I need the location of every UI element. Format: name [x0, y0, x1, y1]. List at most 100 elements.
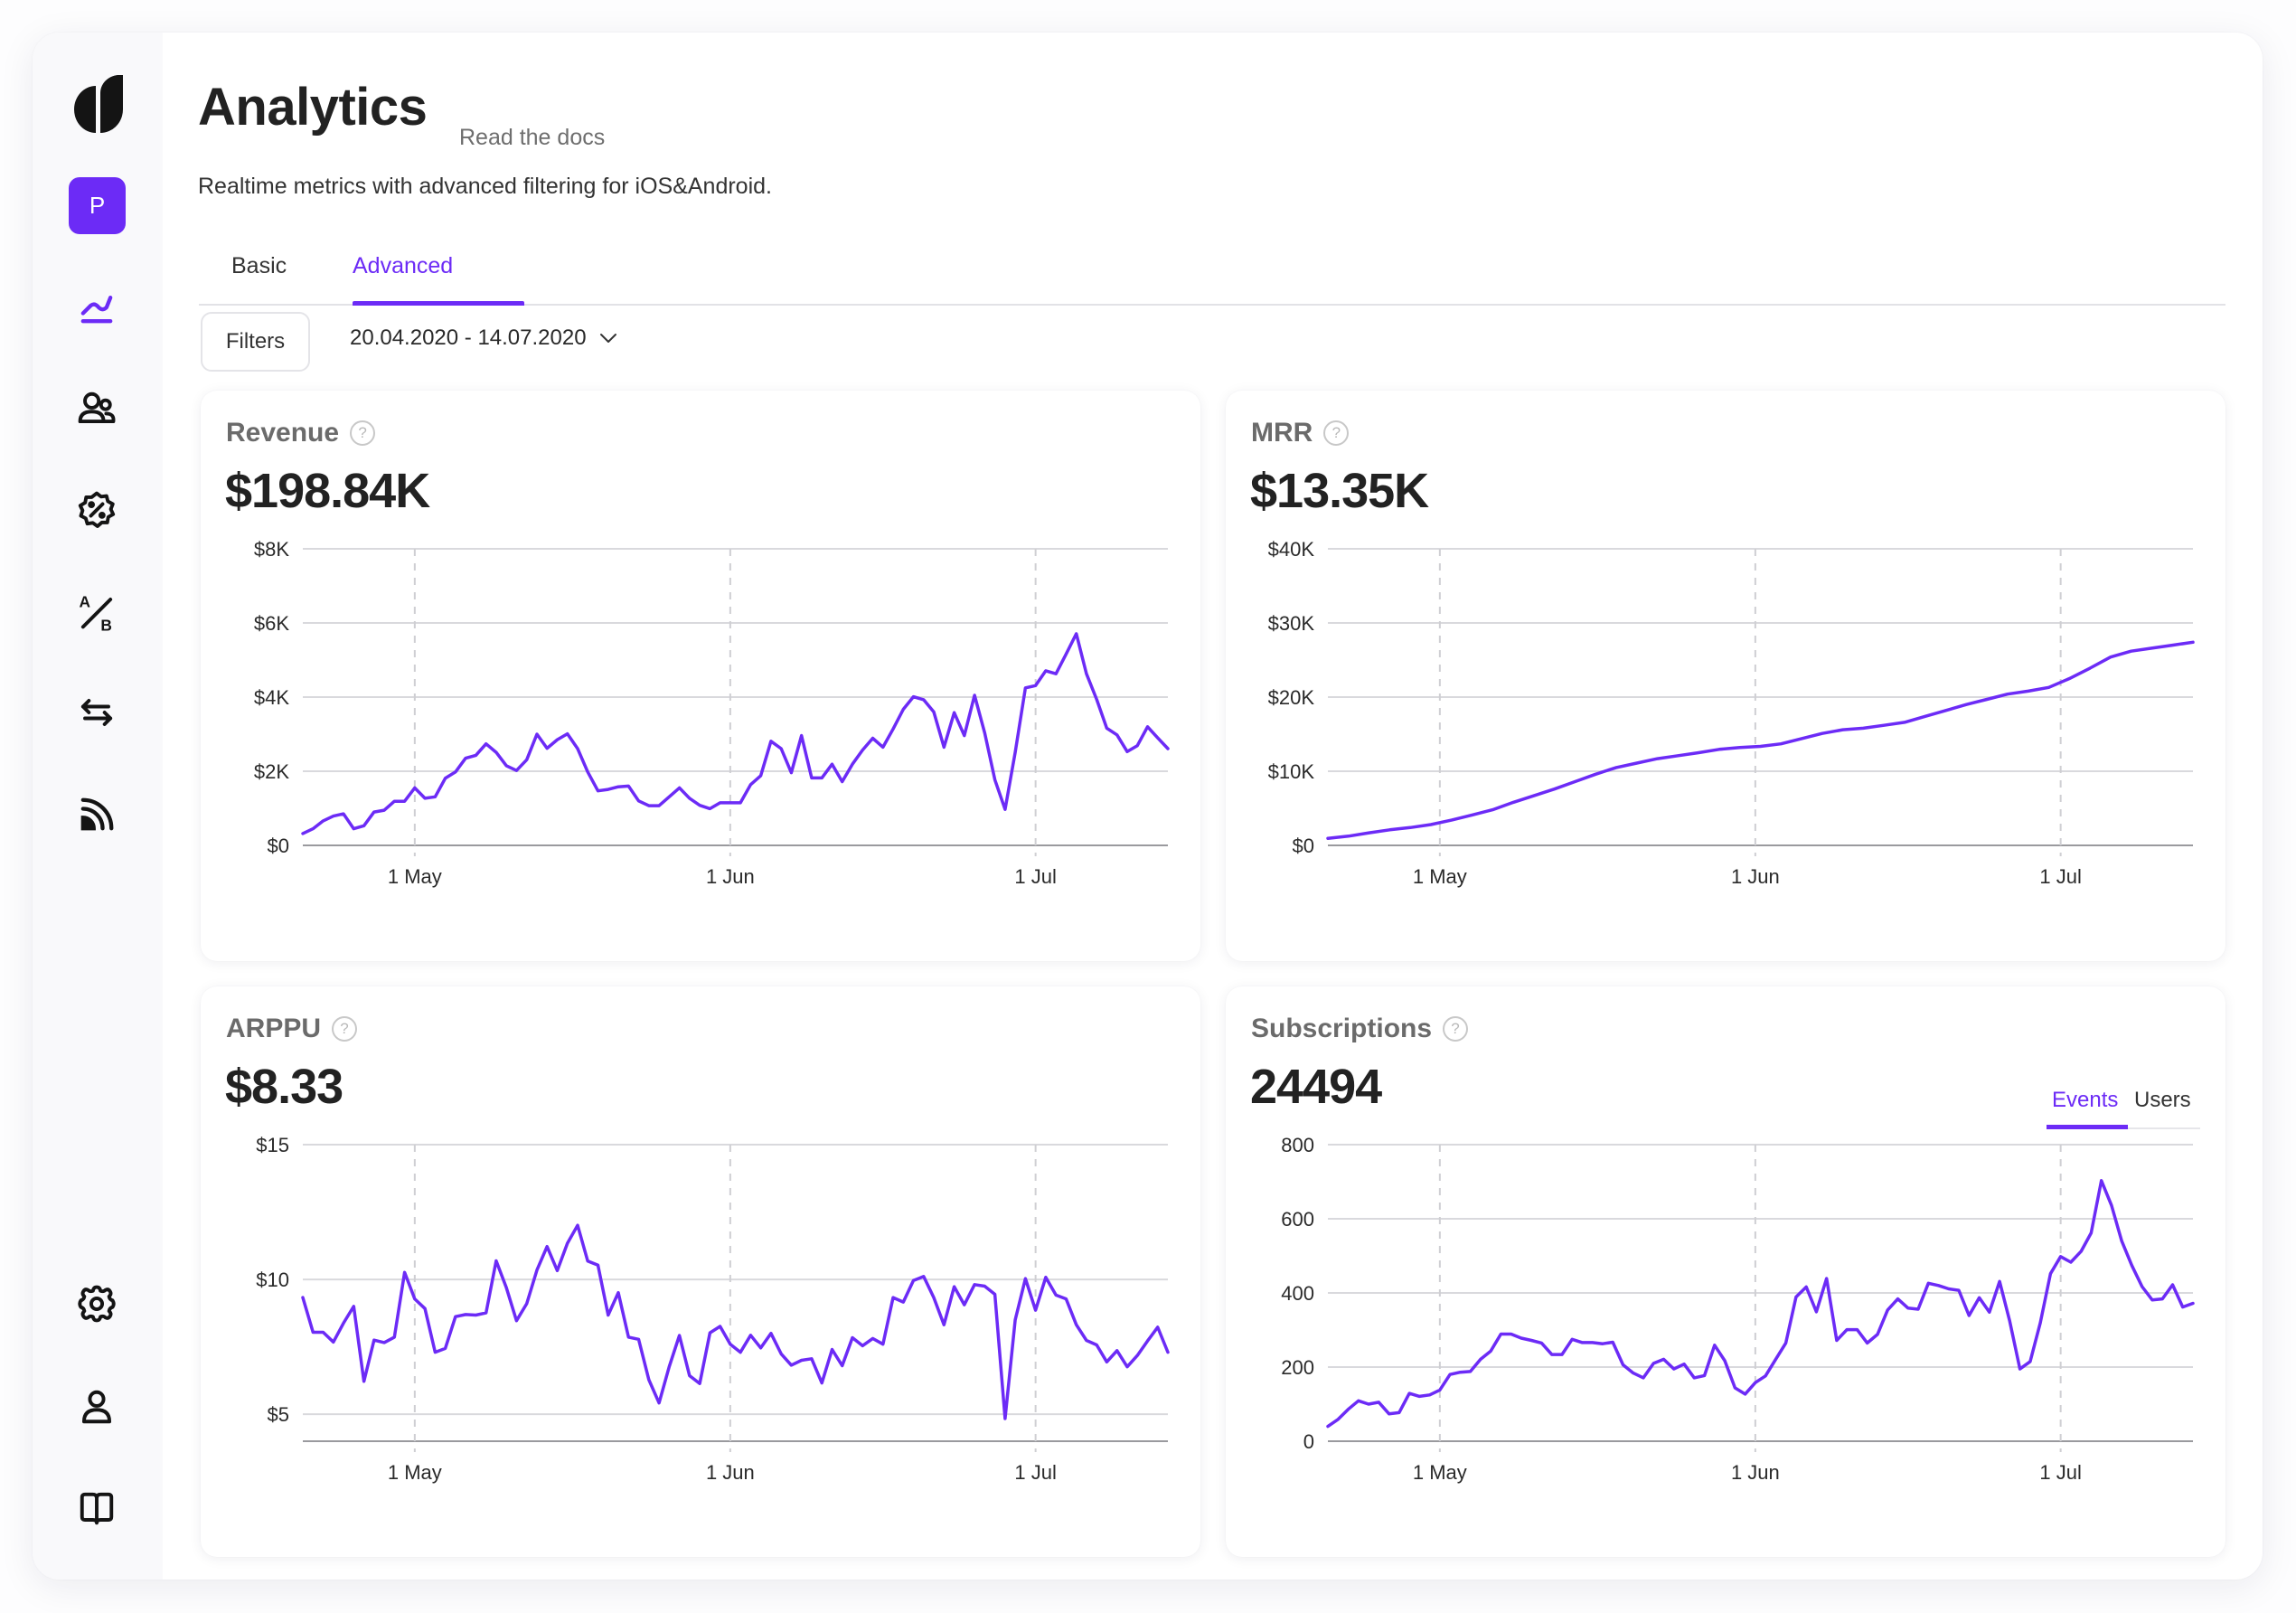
revenue-data-point	[362, 824, 366, 827]
sidebar-item-feed[interactable]	[69, 787, 125, 843]
revenue-data-point	[800, 734, 804, 738]
arppu-data-point	[637, 1337, 641, 1341]
read-docs-link[interactable]: Read the docs	[459, 125, 605, 151]
date-range-picker[interactable]: 20.04.2020 - 14.07.2020	[350, 325, 617, 351]
x-tick-label: 1 Jun	[706, 865, 755, 888]
sidebar-item-ab-tests[interactable]: A B	[69, 583, 125, 639]
subscriptions-data-point	[1896, 1297, 1900, 1301]
revenue-data-point	[729, 801, 732, 805]
subscriptions-data-point	[1744, 1392, 1747, 1396]
subscriptions-data-point	[1469, 1370, 1473, 1373]
y-tick-label: $30K	[1268, 612, 1315, 635]
arppu-data-point	[342, 1321, 345, 1325]
sidebar-item-integrations[interactable]	[69, 684, 125, 740]
arppu-data-point	[657, 1401, 661, 1405]
y-tick-label: $2K	[254, 760, 289, 783]
mrr-data-point	[1573, 780, 1576, 784]
logo-icon	[74, 75, 123, 133]
x-tick-label: 1 Jun	[1731, 1461, 1780, 1484]
revenue-data-point	[963, 734, 966, 738]
subscriptions-data-point	[1723, 1359, 1727, 1363]
arppu-data-point	[800, 1359, 804, 1363]
sidebar-item-analytics[interactable]	[69, 279, 125, 335]
sidebar-item-customers[interactable]	[69, 381, 125, 437]
mrr-data-point	[1388, 828, 1391, 832]
subscriptions-data-point	[2130, 1264, 2133, 1268]
mrr-data-point	[1861, 726, 1865, 730]
arppu-data-point	[901, 1300, 905, 1304]
subscriptions-data-point	[2150, 1298, 2154, 1302]
subscriptions-data-point	[1622, 1363, 1625, 1367]
subscriptions-data-point	[2048, 1272, 2052, 1276]
sidebar-item-settings[interactable]	[69, 1276, 125, 1332]
arppu-data-point	[922, 1275, 926, 1278]
x-tick-label: 1 May	[388, 1461, 442, 1484]
arppu-data-point	[1044, 1276, 1048, 1279]
project-avatar[interactable]: P	[69, 177, 126, 234]
mrr-data-point	[1614, 766, 1618, 769]
revenue-chart: $0 $2K $4K $6K $8K 1 May 1 Jun 1 Jul	[254, 538, 1170, 888]
arppu-card: ARPPU ? $8.33 $5 $10 $15 1 May 1 Jun 1 Jul	[201, 986, 1200, 1557]
mrr-data-point	[1408, 825, 1412, 829]
subscriptions-data-point	[1998, 1279, 2001, 1283]
subscriptions-data-point	[1397, 1410, 1401, 1414]
subscriptions-data-point	[1856, 1328, 1859, 1332]
arppu-data-point	[647, 1378, 651, 1382]
subscriptions-data-point	[1916, 1307, 1920, 1311]
sidebar-item-docs[interactable]	[69, 1480, 125, 1536]
sidebar: P A B	[33, 33, 163, 1580]
revenue-data-point	[678, 786, 682, 789]
mrr-data-point	[1511, 800, 1515, 804]
subscriptions-data-point	[1417, 1394, 1421, 1398]
subscriptions-data-point	[1662, 1357, 1666, 1361]
x-tick-label: 1 Jul	[2039, 1461, 2081, 1484]
arppu-data-point	[1095, 1344, 1098, 1347]
app-window: P A B Analytics Read the docs Realtime m…	[33, 33, 2263, 1580]
arppu-data-point	[719, 1325, 722, 1328]
sidebar-item-promotions[interactable]	[69, 482, 125, 538]
mrr-data-point	[1779, 742, 1783, 746]
revenue-data-point	[1095, 698, 1098, 702]
arppu-data-point	[1054, 1293, 1058, 1297]
mrr-data-point	[1368, 831, 1371, 835]
revenue-data-point	[1125, 750, 1129, 753]
revenue-data-point	[1054, 672, 1058, 675]
revenue-data-point	[1115, 733, 1119, 737]
mrr-data-point	[1903, 721, 1906, 724]
revenue-data-point	[851, 762, 854, 766]
mrr-data-point	[1676, 754, 1680, 758]
mrr-data-point	[1429, 823, 1433, 826]
revenue-data-point	[1023, 686, 1027, 690]
subscriptions-data-point	[2171, 1283, 2175, 1287]
subscriptions-data-point	[1601, 1342, 1604, 1345]
filters-button[interactable]: Filters	[201, 312, 310, 372]
subscriptions-data-point	[1764, 1374, 1767, 1378]
tab-basic[interactable]: Basic	[231, 253, 287, 301]
arppu-data-point	[667, 1365, 671, 1369]
y-tick-label: 200	[1281, 1356, 1314, 1379]
subscriptions-data-point	[2110, 1203, 2113, 1207]
revenue-data-point	[1064, 652, 1068, 656]
arppu-data-point	[444, 1346, 447, 1350]
tab-advanced[interactable]: Advanced	[353, 253, 453, 301]
subscriptions-data-point	[2069, 1260, 2073, 1264]
revenue-card: Revenue ? $198.84K $0 $2K $4K $6K $8K 1 May 1 …	[201, 391, 1200, 961]
revenue-data-point	[1135, 744, 1139, 748]
revenue-data-point	[342, 812, 345, 816]
revenue-data-point	[586, 770, 589, 774]
sidebar-item-account[interactable]	[69, 1379, 125, 1435]
arppu-data-point	[1075, 1323, 1078, 1326]
arppu-data-point	[372, 1338, 376, 1342]
subscriptions-data-point	[1510, 1333, 1513, 1336]
revenue-data-point	[413, 786, 417, 789]
mrr-data-point	[2006, 693, 2009, 696]
mrr-data-point	[2170, 644, 2174, 647]
y-tick-label: 800	[1281, 1134, 1314, 1156]
arppu-data-point	[1013, 1318, 1017, 1322]
arppu-data-point	[993, 1293, 997, 1297]
mrr-card: MRR ? $13.35K $0 $10K $20K $30K $40K 1 May 1 J…	[1226, 391, 2225, 961]
y-tick-label: $40K	[1268, 538, 1315, 561]
revenue-data-point	[739, 801, 742, 805]
revenue-data-point	[810, 776, 814, 779]
subscriptions-data-point	[2079, 1250, 2083, 1253]
